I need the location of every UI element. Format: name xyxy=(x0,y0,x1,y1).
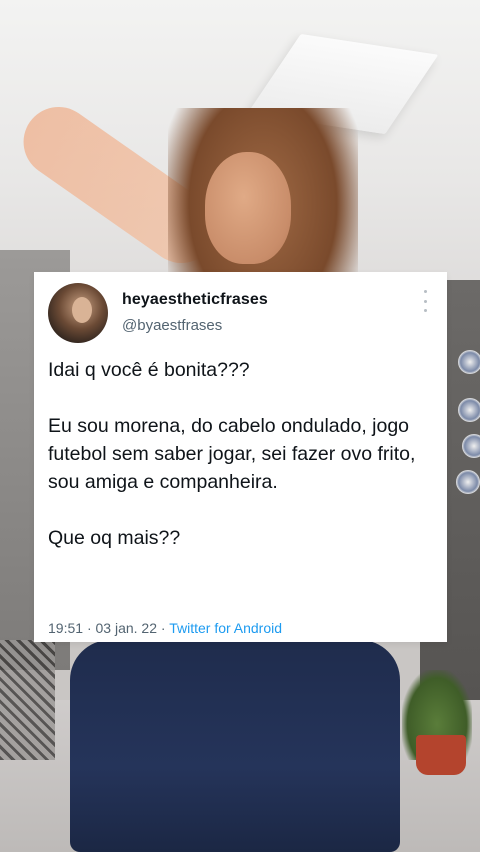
wall-plate xyxy=(456,470,480,494)
wall-plate xyxy=(462,434,480,458)
plant-pot xyxy=(416,735,466,775)
wall-plate xyxy=(458,350,480,374)
meta-separator: · xyxy=(86,620,92,636)
more-vertical-icon[interactable] xyxy=(421,290,429,312)
display-name[interactable]: heyaestheticfrases xyxy=(122,291,268,309)
tweet-meta: 19:51 · 03 jan. 22 · Twitter for Android xyxy=(48,620,282,636)
user-handle[interactable]: @byaestfrases xyxy=(122,317,222,334)
avatar[interactable] xyxy=(48,283,108,343)
wall-plate xyxy=(458,398,480,422)
tweet-date[interactable]: 03 jan. 22 xyxy=(96,620,158,636)
tweet-text: Idai q você é bonita??? Eu sou morena, d… xyxy=(48,359,416,549)
person-face xyxy=(205,152,291,264)
tweet-card: heyaestheticfrases @byaestfrases Idai q … xyxy=(34,272,447,642)
tweet-source-link[interactable]: Twitter for Android xyxy=(169,620,282,636)
wicker-chair xyxy=(0,640,55,760)
person-shorts xyxy=(70,640,400,852)
meta-separator: · xyxy=(160,620,166,636)
tweet-time: 19:51 xyxy=(48,620,84,636)
avatar-face xyxy=(72,297,92,323)
